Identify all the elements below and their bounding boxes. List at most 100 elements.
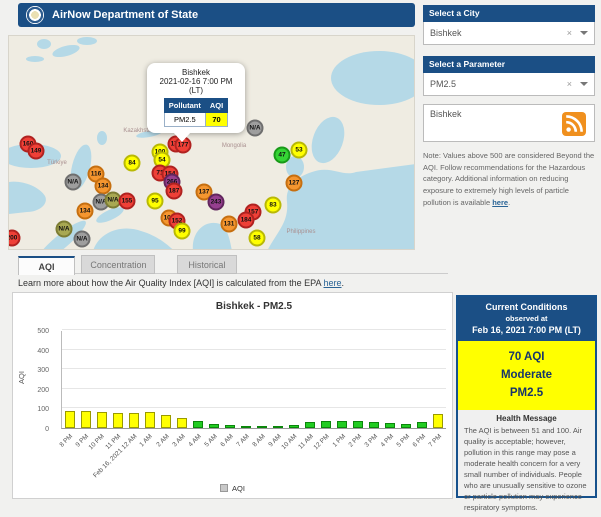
tab-aqi[interactable]: AQI — [18, 256, 75, 275]
aqi-marker[interactable]: N/A — [247, 120, 264, 137]
aqi-marker[interactable]: 134 — [77, 203, 94, 220]
bar-slot — [110, 330, 126, 428]
chart-bar[interactable] — [177, 418, 187, 428]
popup-datetime: 2021-02-16 7:00 PM — [151, 77, 241, 86]
chart-bar[interactable] — [401, 424, 411, 428]
note-here-link[interactable]: here — [492, 198, 508, 207]
bar-slot — [318, 330, 334, 428]
aqi-marker[interactable]: 184 — [238, 212, 255, 229]
x-tick-label: 7 AM — [235, 433, 250, 448]
bar-slot — [430, 330, 446, 428]
aqi-marker[interactable]: 131 — [221, 216, 238, 233]
popup-col-aqi: AQI — [205, 99, 227, 113]
chart-bar[interactable] — [65, 411, 75, 428]
health-message-body: The AQI is between 51 and 100. Air quali… — [464, 426, 589, 513]
chart-bar[interactable] — [289, 425, 299, 428]
tab-concentration[interactable]: Concentration — [81, 255, 155, 274]
chart-bar[interactable] — [225, 425, 235, 428]
parameter-select-value: PM2.5 — [430, 79, 567, 89]
bar-slot — [350, 330, 366, 428]
y-tick-label: 0 — [23, 426, 49, 433]
page: AirNow Department of State — [0, 0, 601, 500]
city-select[interactable]: Bishkek × — [423, 22, 595, 45]
bar-slot — [238, 330, 254, 428]
chart-bar[interactable] — [273, 426, 283, 428]
aqi-marker[interactable]: N/A — [65, 174, 82, 191]
aqi-map[interactable]: 160149N/A116134N/AN/A155134N/A200N/A8410… — [8, 35, 415, 250]
tab-historical[interactable]: Historical — [177, 255, 237, 274]
chart-legend: AQI — [13, 484, 452, 493]
aqi-marker[interactable]: 149 — [28, 143, 45, 160]
chart-bar[interactable] — [385, 423, 395, 428]
aqi-marker[interactable]: 127 — [286, 175, 303, 192]
chart-bar[interactable] — [241, 426, 251, 428]
note-suffix: . — [508, 198, 510, 207]
city-select-value: Bishkek — [430, 28, 567, 38]
bar-slot — [286, 330, 302, 428]
chart-bar[interactable] — [353, 421, 363, 428]
popup-pollutant-value: PM2.5 — [164, 113, 205, 127]
conditions-subtitle: observed at — [460, 314, 593, 323]
popup-city: Bishkek — [151, 68, 241, 77]
x-tick-label: 3 AM — [171, 433, 186, 448]
aqi-marker[interactable]: 99 — [174, 223, 191, 240]
chart-bar[interactable] — [369, 422, 379, 428]
x-label-slot: 6 AM — [221, 430, 237, 476]
chart-bar[interactable] — [81, 411, 91, 428]
tab-bar: AQI Concentration Historical — [18, 255, 448, 274]
conditions-datetime: Feb 16, 2021 7:00 PM (LT) — [460, 325, 593, 335]
y-tick-label: 100 — [23, 406, 49, 413]
y-tick-label: 500 — [23, 328, 49, 335]
bar-slot — [174, 330, 190, 428]
chart-bar[interactable] — [129, 413, 139, 428]
city-dropdown-caret-icon[interactable] — [580, 31, 588, 35]
chart-bar[interactable] — [161, 415, 171, 428]
rss-icon[interactable] — [562, 112, 586, 136]
chart-bar[interactable] — [113, 413, 123, 428]
popup-tail — [173, 132, 191, 142]
x-tick-label: 1 PM — [331, 433, 347, 449]
chart-bar[interactable] — [257, 426, 267, 428]
aqi-marker[interactable]: N/A — [74, 231, 91, 248]
aqi-marker[interactable]: 243 — [208, 194, 225, 211]
conditions-category: Moderate — [458, 367, 595, 385]
y-tick-label: 200 — [23, 387, 49, 394]
chart-bar[interactable] — [209, 424, 219, 428]
chart-bar[interactable] — [145, 412, 155, 428]
aqi-marker[interactable]: 83 — [265, 197, 282, 214]
x-label-slot: 4 AM — [189, 430, 205, 476]
aqi-marker[interactable]: 53 — [291, 142, 308, 159]
chart-bar[interactable] — [433, 414, 443, 428]
chart-bars — [62, 330, 446, 428]
bar-slot — [334, 330, 350, 428]
chart-bar[interactable] — [193, 421, 203, 428]
aqi-marker[interactable]: 187 — [166, 183, 183, 200]
chart-bar[interactable] — [321, 421, 331, 428]
parameter-dropdown-caret-icon[interactable] — [580, 82, 588, 86]
chart-bar[interactable] — [305, 422, 315, 428]
parameter-select[interactable]: PM2.5 × — [423, 73, 595, 96]
x-label-slot: 3 AM — [173, 430, 189, 476]
bar-slot — [382, 330, 398, 428]
aqi-marker[interactable]: 155 — [119, 193, 136, 210]
chart-plot — [61, 331, 446, 429]
aqi-marker[interactable]: 95 — [147, 193, 164, 210]
aqi-marker[interactable]: 84 — [124, 155, 141, 172]
aqi-marker[interactable]: 47 — [274, 147, 291, 164]
x-label-slot: 5 AM — [205, 430, 221, 476]
chart-bar[interactable] — [337, 421, 347, 428]
clear-parameter-icon[interactable]: × — [567, 79, 572, 89]
aqi-marker[interactable]: 58 — [249, 230, 266, 247]
clear-city-icon[interactable]: × — [567, 28, 572, 38]
chart-title: Bishkek - PM2.5 — [61, 301, 447, 312]
chart-bar[interactable] — [97, 412, 107, 428]
bar-slot — [190, 330, 206, 428]
app-title: AirNow Department of State — [52, 9, 198, 21]
aqi-marker[interactable]: N/A — [56, 221, 73, 238]
epa-here-link[interactable]: here — [324, 278, 342, 288]
bar-slot — [222, 330, 238, 428]
popup-timezone: (LT) — [151, 86, 241, 95]
chart-bar[interactable] — [417, 422, 427, 428]
popup-aqi-value: 70 — [205, 113, 227, 127]
select-parameter-header: Select a Parameter — [423, 56, 595, 73]
